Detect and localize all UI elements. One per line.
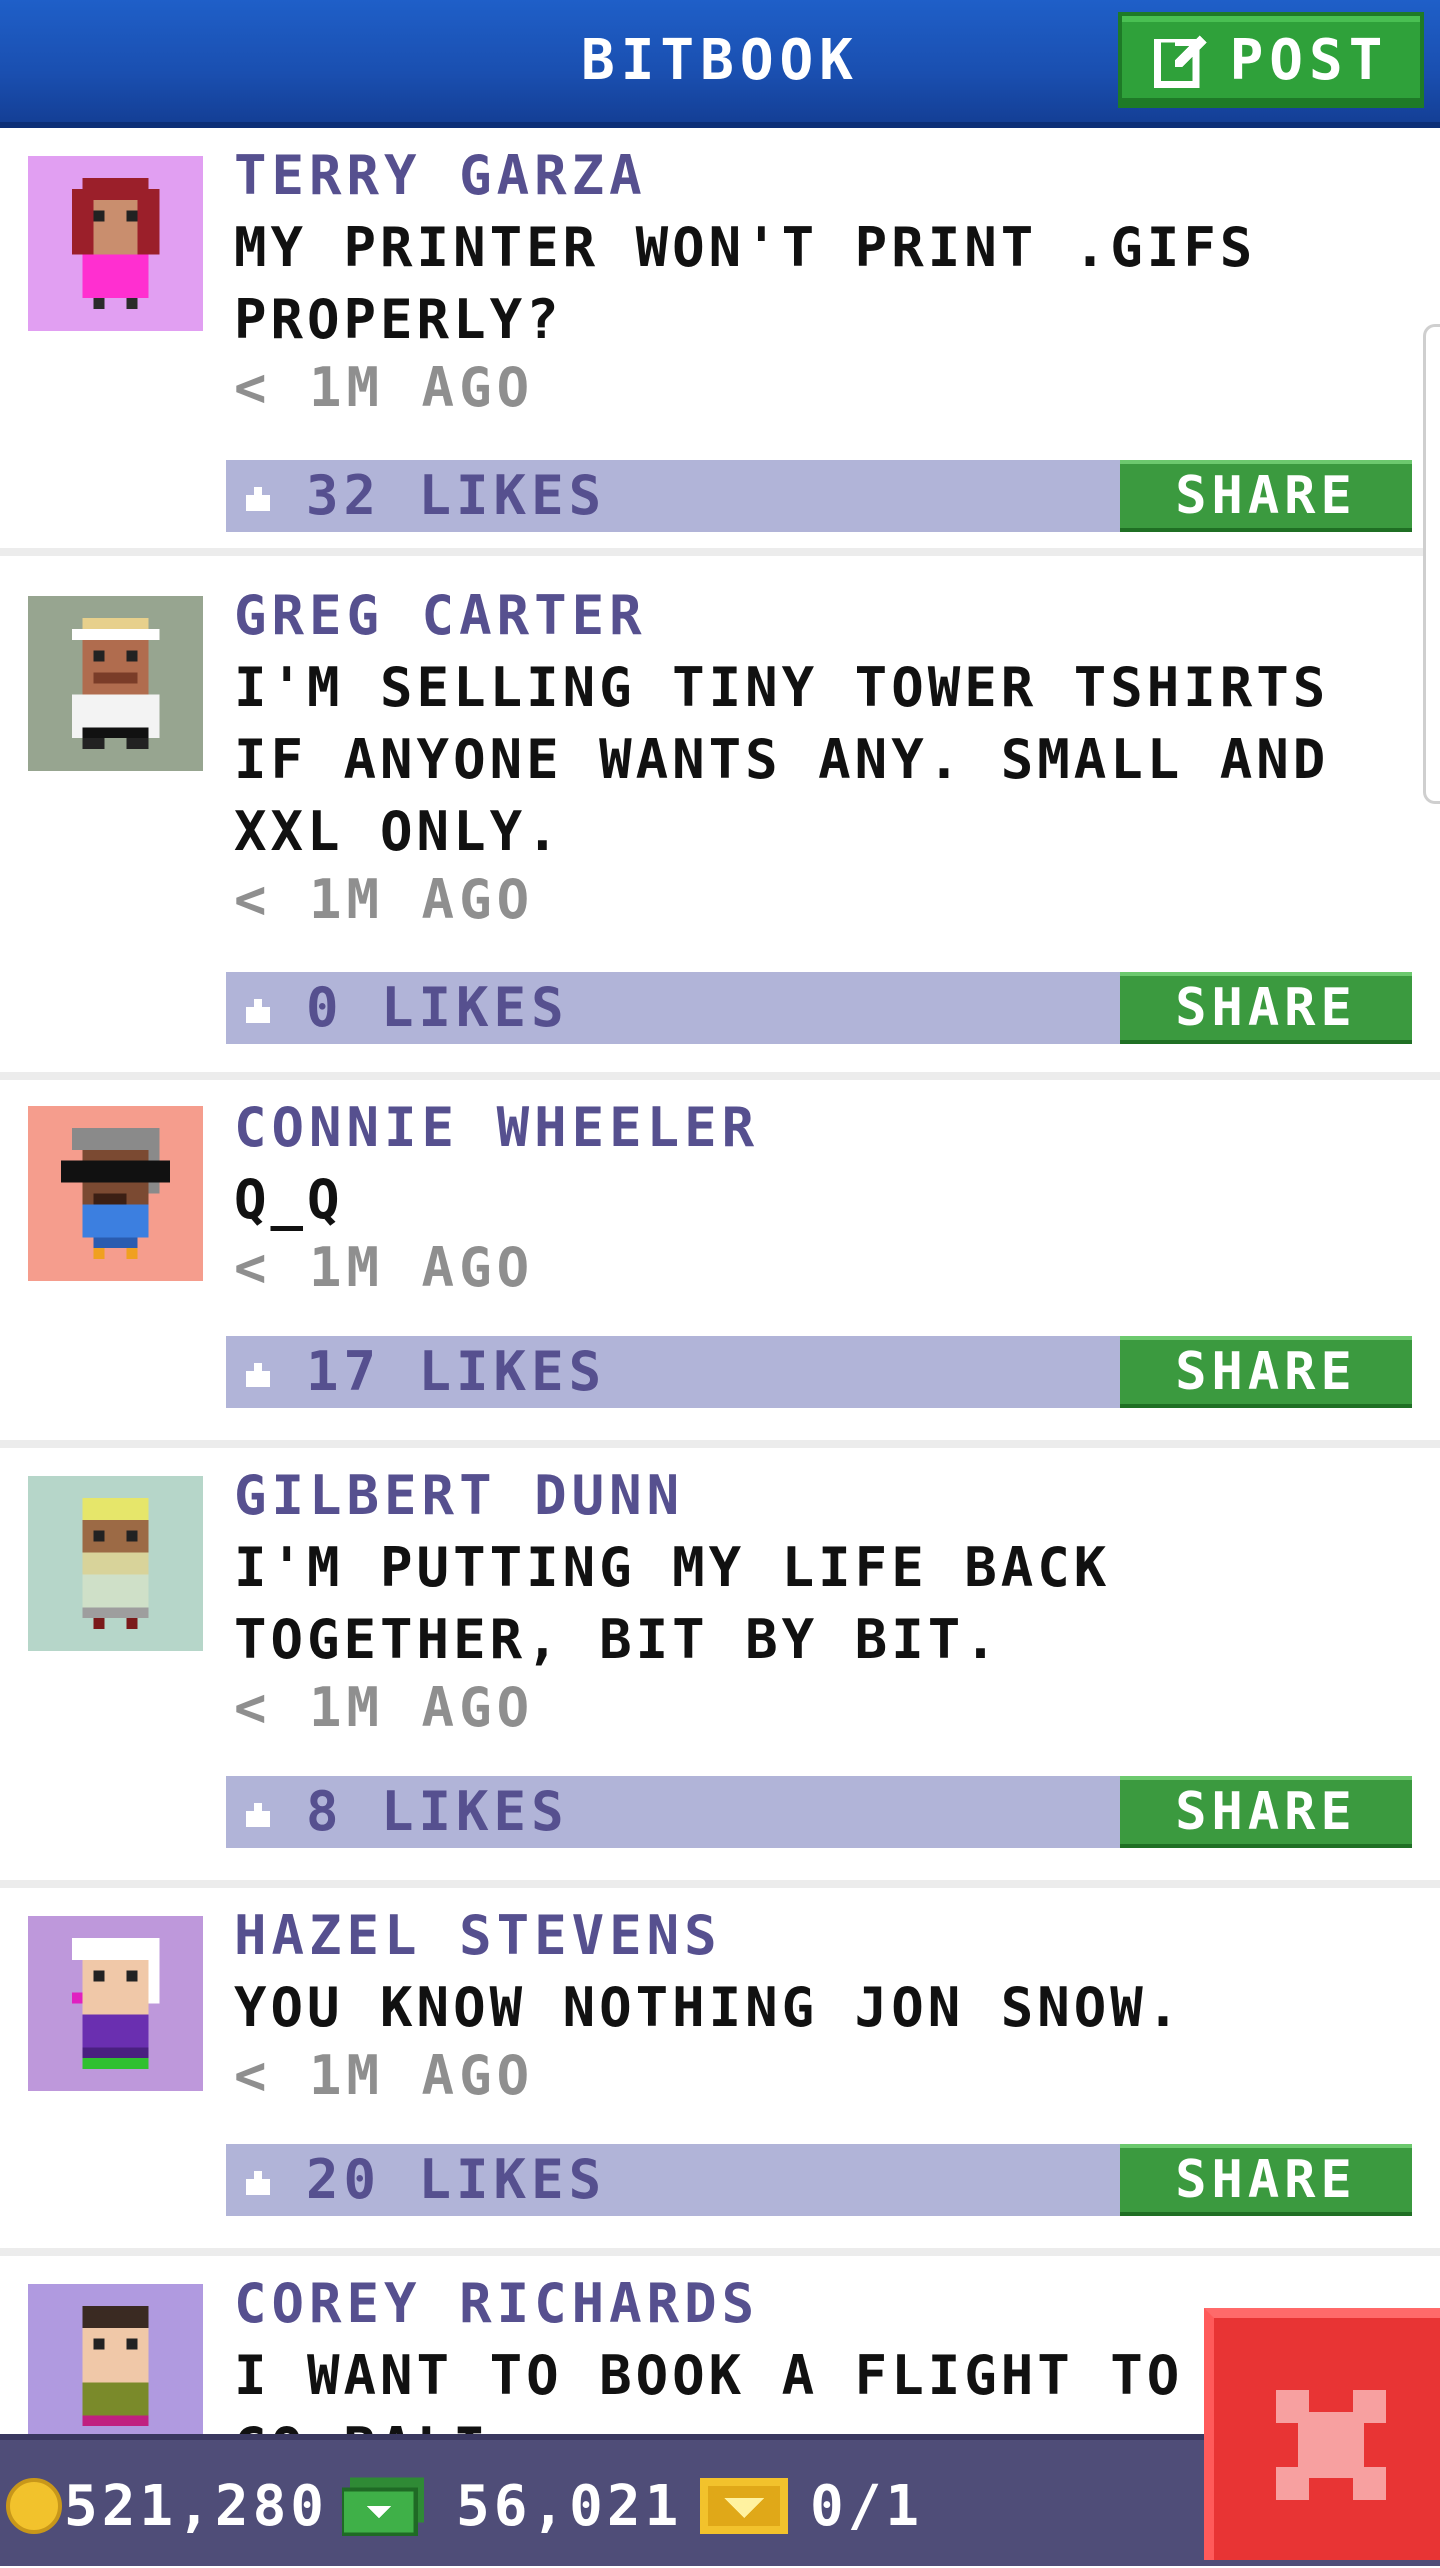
post-time: < 1M AGO: [234, 1676, 535, 1739]
post-author[interactable]: COREY RICHARDS: [234, 2272, 759, 2335]
post-author[interactable]: TERRY GARZA: [234, 144, 647, 207]
edit-icon: [1153, 35, 1207, 88]
feed-post: CONNIE WHEELER Q_Q < 1M AGO 17 LIKES SHA…: [0, 1092, 1440, 1448]
post-time: < 1M AGO: [234, 356, 535, 419]
share-button[interactable]: SHARE: [1120, 1776, 1412, 1848]
thumbs-up-icon[interactable]: [242, 486, 274, 512]
post-text: I'M SELLING TINY TOWER TSHIRTS IF ANYONE…: [234, 656, 1330, 863]
avatar[interactable]: [28, 1476, 203, 1651]
post-author[interactable]: GILBERT DUNN: [234, 1464, 684, 1527]
like-bar: 0 LIKES SHARE: [226, 972, 1412, 1044]
likes-count: 20 LIKES: [306, 2148, 607, 2211]
bux-count: 56,021: [456, 2474, 683, 2539]
post-time: < 1M AGO: [234, 1236, 535, 1299]
share-button[interactable]: SHARE: [1120, 460, 1412, 532]
post-text: MY PRINTER WON'T PRINT .GIFS PROPERLY?: [234, 216, 1257, 351]
feed-post: GILBERT DUNN I'M PUTTING MY LIFE BACK TO…: [0, 1460, 1440, 1888]
share-button[interactable]: SHARE: [1120, 1336, 1412, 1408]
coins-count: 521,280: [64, 2474, 329, 2539]
feed-post: GREG CARTER I'M SELLING TINY TOWER TSHIR…: [0, 568, 1440, 1080]
like-bar: 17 LIKES SHARE: [226, 1336, 1412, 1408]
share-button[interactable]: SHARE: [1120, 972, 1412, 1044]
post-button[interactable]: POST: [1118, 12, 1424, 108]
thumbs-up-icon[interactable]: [242, 998, 274, 1024]
post-button-label: POST: [1229, 27, 1389, 93]
post-author[interactable]: HAZEL STEVENS: [234, 1904, 722, 1967]
likes-count: 32 LIKES: [306, 464, 607, 527]
thumbs-up-icon[interactable]: [242, 1362, 274, 1388]
close-icon: [1276, 2390, 1386, 2500]
likes-count: 0 LIKES: [306, 976, 569, 1039]
feed-post: TERRY GARZA MY PRINTER WON'T PRINT .GIFS…: [0, 128, 1440, 556]
coin-icon: [6, 2478, 62, 2534]
likes-count: 8 LIKES: [306, 1780, 569, 1843]
like-bar: 20 LIKES SHARE: [226, 2144, 1412, 2216]
avatar[interactable]: [28, 596, 203, 771]
avatar[interactable]: [28, 1916, 203, 2091]
feed-post: HAZEL STEVENS YOU KNOW NOTHING JON SNOW.…: [0, 1900, 1440, 2256]
like-bar: 8 LIKES SHARE: [226, 1776, 1412, 1848]
like-bar: 32 LIKES SHARE: [226, 460, 1412, 532]
bux-icon: [342, 2477, 424, 2536]
scroll-indicator[interactable]: [1423, 324, 1440, 804]
avatar[interactable]: [28, 1106, 203, 1281]
app-header: BITBOOK POST: [0, 0, 1440, 128]
close-button[interactable]: [1204, 2308, 1440, 2560]
thumbs-up-icon[interactable]: [242, 2170, 274, 2196]
post-text: I'M PUTTING MY LIFE BACK TOGETHER, BIT B…: [234, 1536, 1111, 1671]
thumbs-up-icon[interactable]: [242, 1802, 274, 1828]
ticket-icon: [700, 2478, 788, 2534]
post-time: < 1M AGO: [234, 2044, 535, 2107]
post-time: < 1M AGO: [234, 868, 535, 931]
likes-count: 17 LIKES: [306, 1340, 607, 1403]
post-author[interactable]: GREG CARTER: [234, 584, 647, 647]
share-button[interactable]: SHARE: [1120, 2144, 1412, 2216]
post-author[interactable]: CONNIE WHEELER: [234, 1096, 759, 1159]
tickets-count: 0/1: [810, 2474, 924, 2539]
post-text: Q_Q: [234, 1168, 344, 1231]
avatar[interactable]: [28, 156, 203, 331]
avatar[interactable]: [28, 2284, 203, 2459]
post-text: YOU KNOW NOTHING JON SNOW.: [234, 1976, 1184, 2039]
